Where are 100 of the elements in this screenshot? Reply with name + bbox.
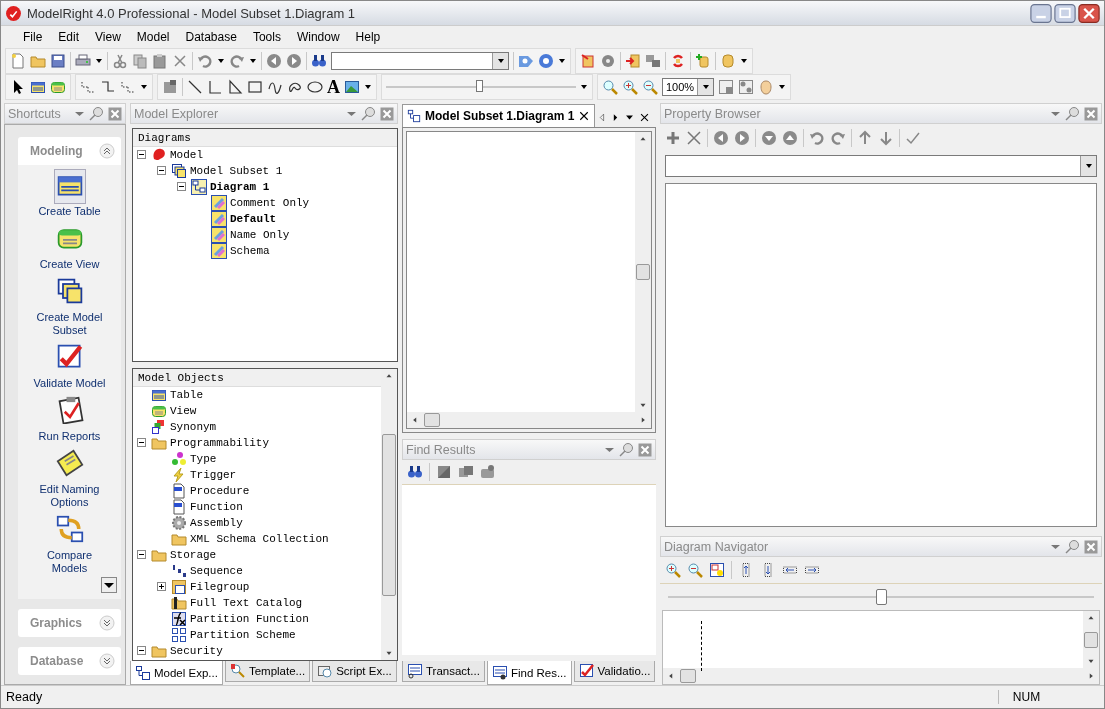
check-icon[interactable] xyxy=(905,130,921,146)
object-combo[interactable] xyxy=(665,155,1097,177)
scroll-down-icon[interactable] xyxy=(101,577,117,593)
zoom-in-icon[interactable] xyxy=(622,79,638,95)
tree-item[interactable]: Diagram 1 xyxy=(210,181,270,193)
dropdown-caret-icon[interactable] xyxy=(496,57,505,65)
scrollbar-thumb[interactable] xyxy=(424,413,440,427)
collapse-icon[interactable] xyxy=(137,438,146,447)
dropdown-caret-icon[interactable] xyxy=(701,83,710,91)
pin-icon[interactable] xyxy=(89,105,105,122)
caret-icon[interactable] xyxy=(740,57,748,65)
tree-item[interactable]: Default xyxy=(230,213,277,225)
zoom-combo[interactable]: 100% xyxy=(662,78,715,96)
caret-icon[interactable] xyxy=(140,83,148,91)
view-icon[interactable] xyxy=(50,79,66,95)
angle-tool-icon[interactable] xyxy=(207,79,223,95)
undo-icon[interactable] xyxy=(809,130,825,146)
menu-item[interactable]: File xyxy=(15,28,51,46)
ellipse-tool-icon[interactable] xyxy=(307,79,323,95)
arrow-up-icon[interactable] xyxy=(857,130,873,146)
back-icon[interactable] xyxy=(266,53,282,69)
delete-icon[interactable] xyxy=(686,130,702,146)
tree-item[interactable]: Synonym xyxy=(170,421,217,433)
expand-icon[interactable] xyxy=(157,582,166,591)
collapse-icon[interactable] xyxy=(137,550,146,559)
menu-item[interactable]: Tools xyxy=(244,28,289,46)
caret-icon[interactable] xyxy=(778,83,787,91)
sync-icon[interactable] xyxy=(670,53,686,69)
tab[interactable]: Find Res... xyxy=(486,661,572,685)
pin-icon[interactable] xyxy=(361,105,377,122)
maximize-icon[interactable] xyxy=(1054,3,1076,23)
menu-item[interactable]: Window xyxy=(288,28,348,46)
add-database-icon[interactable] xyxy=(695,53,711,69)
tree-item[interactable]: Schema xyxy=(230,245,270,257)
tree-item[interactable]: XML Schema Collection xyxy=(190,533,329,545)
printer-icon[interactable] xyxy=(75,53,91,69)
zoom-in-icon[interactable] xyxy=(665,562,681,578)
vertical-scrollbar[interactable] xyxy=(381,369,397,660)
folder-icon[interactable] xyxy=(480,464,496,480)
arrow-down-icon[interactable] xyxy=(878,130,894,146)
elbow-connector-icon[interactable] xyxy=(100,79,116,95)
square-icon[interactable] xyxy=(436,464,452,480)
copy-icon[interactable] xyxy=(132,53,148,69)
tab[interactable]: Validatio... xyxy=(573,661,656,682)
menu-item[interactable]: Help xyxy=(347,28,389,46)
caret-icon[interactable] xyxy=(364,83,372,91)
tree-item[interactable]: Model xyxy=(170,149,203,161)
text-tool[interactable]: A xyxy=(327,78,340,96)
tree-item[interactable]: View xyxy=(170,405,197,417)
search-combo[interactable] xyxy=(331,52,509,70)
close-tab-icon[interactable] xyxy=(578,110,591,122)
shortcut-item[interactable]: Create Model Subset xyxy=(29,273,110,339)
add-icon[interactable] xyxy=(665,130,681,146)
document-tab[interactable]: Model Subset 1.Diagram 1 xyxy=(402,104,596,127)
fit-selection-icon[interactable] xyxy=(738,79,755,95)
zoom-out-icon[interactable] xyxy=(642,79,658,95)
import-icon[interactable] xyxy=(625,53,641,69)
binoculars-icon[interactable] xyxy=(407,464,423,480)
forward-icon[interactable] xyxy=(286,53,302,69)
tree-item[interactable]: Filegroup xyxy=(190,581,250,593)
shortcut-item[interactable]: Run Reports xyxy=(29,392,110,445)
pin-icon[interactable] xyxy=(1065,538,1081,555)
tree-item[interactable]: Full Text Catalog xyxy=(190,597,303,609)
collapse-icon[interactable] xyxy=(177,182,186,191)
tab[interactable]: Template... xyxy=(224,661,311,682)
tree-item[interactable]: Sequence xyxy=(190,565,243,577)
tree-item[interactable]: Table xyxy=(170,389,203,401)
tree-item[interactable]: Comment Only xyxy=(230,197,310,209)
expand-chevron-icon[interactable] xyxy=(99,653,115,669)
collapse-chevron-icon[interactable] xyxy=(99,143,115,159)
tree-item[interactable]: Name Only xyxy=(230,229,290,241)
zoom-icon[interactable] xyxy=(602,79,618,95)
vertical-scrollbar[interactable] xyxy=(635,132,651,412)
dropdown-caret-icon[interactable] xyxy=(1084,162,1093,170)
close-icon[interactable] xyxy=(639,111,651,123)
close-icon[interactable] xyxy=(1078,3,1100,23)
tree-item[interactable]: Security xyxy=(170,645,223,657)
scissors-icon[interactable] xyxy=(112,53,128,69)
tab[interactable]: Script Ex... xyxy=(312,661,397,682)
menu-item[interactable]: Database xyxy=(177,28,245,46)
minimize-icon[interactable] xyxy=(1030,3,1052,23)
dotted-connector-icon[interactable] xyxy=(80,79,96,95)
binoculars-icon[interactable] xyxy=(311,53,327,69)
menu-item[interactable]: View xyxy=(87,28,129,46)
tab[interactable]: Transact... xyxy=(402,661,485,682)
shortcut-item[interactable]: Create Table xyxy=(29,167,110,220)
collapse-icon[interactable] xyxy=(157,166,166,175)
paste-icon[interactable] xyxy=(152,53,168,69)
tree-item[interactable]: Partition Scheme xyxy=(190,629,296,641)
tree-item[interactable]: Type xyxy=(190,453,217,465)
delete-icon[interactable] xyxy=(172,53,188,69)
table-icon[interactable] xyxy=(30,79,46,95)
tree-item[interactable]: Trigger xyxy=(190,469,237,481)
scrollbar-thumb[interactable] xyxy=(382,433,396,596)
tree-item[interactable]: Model Subset 1 xyxy=(190,165,283,177)
tree-item[interactable]: Partition Function xyxy=(190,613,309,625)
copy-icon[interactable] xyxy=(458,464,474,480)
scrollbar-thumb[interactable] xyxy=(636,264,650,280)
zoom-out-icon[interactable] xyxy=(687,562,703,578)
picture-icon[interactable] xyxy=(344,79,360,95)
